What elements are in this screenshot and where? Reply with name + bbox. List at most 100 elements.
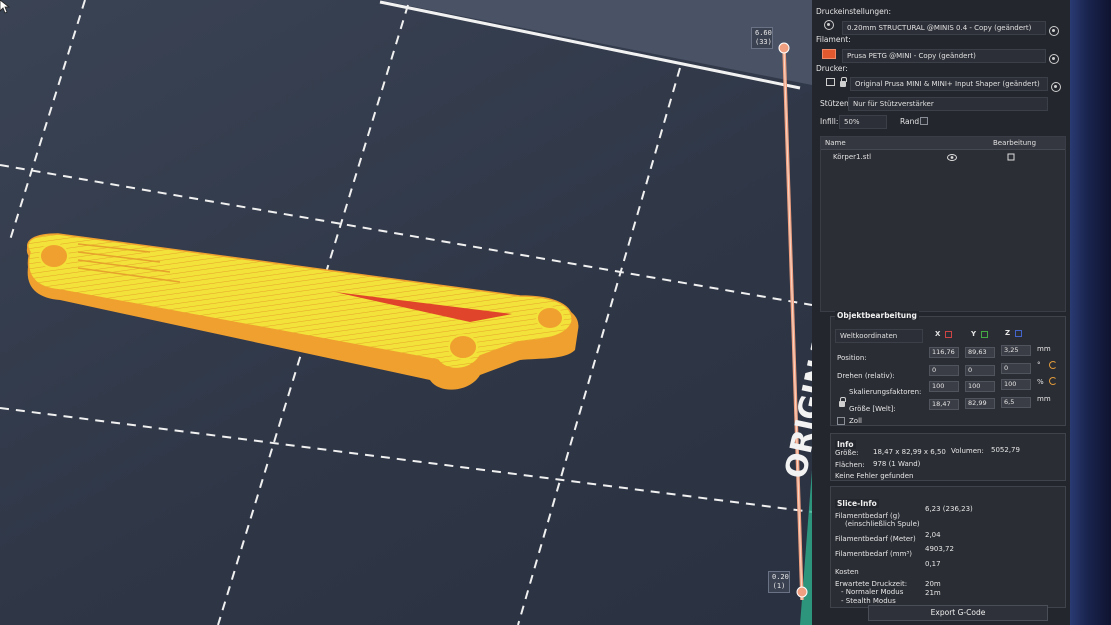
info-title: Info	[835, 440, 856, 449]
supports-label: Stützen:	[820, 99, 852, 108]
stealth-mode-label: - Stealth Modus	[841, 597, 896, 605]
filament-m-label: Filamentbedarf (Meter)	[835, 535, 916, 543]
model-hole	[448, 334, 478, 360]
filament-label: Filament:	[816, 35, 851, 44]
filament-g-label: Filamentbedarf (g)	[835, 512, 900, 520]
infill-label: Infill:	[820, 117, 839, 126]
scale-x-input[interactable]: 100	[929, 381, 959, 392]
model-hole	[536, 306, 564, 330]
model-hole	[39, 243, 69, 269]
scale-unit: %	[1037, 378, 1044, 386]
layer-bottom-height: 0.20	[772, 573, 789, 581]
coordinate-system-combo[interactable]: Weltkoordinaten	[835, 329, 923, 343]
column-name[interactable]: Name	[825, 139, 846, 147]
object-edit-title: Objektbearbeitung	[835, 311, 919, 320]
column-edit[interactable]: Bearbeitung	[993, 139, 1036, 147]
layer-bottom-badge: 0.20 (1)	[768, 571, 790, 593]
info-facets-label: Flächen:	[835, 461, 865, 469]
brim-label: Rand:	[900, 117, 922, 126]
info-errors: Keine Fehler gefunden	[835, 472, 914, 480]
filament-combo[interactable]: Prusa PETG @MINI - Copy (geändert)	[842, 49, 1046, 63]
scale-lock-icon[interactable]	[839, 397, 846, 407]
printer-icon	[826, 78, 835, 86]
print-settings-combo[interactable]: 0.20mm STRUCTURAL @MINIS 0.4 - Copy (geä…	[842, 21, 1046, 35]
object-name: Körper1.stl	[833, 153, 872, 161]
printer-combo[interactable]: Original Prusa MINI & MINI+ Input Shaper…	[850, 77, 1048, 91]
object-list[interactable]: Name Bearbeitung Körper1.stl	[820, 136, 1066, 312]
object-edit-panel: Objektbearbeitung Weltkoordinaten X Y Z …	[830, 311, 1066, 426]
cost-label: Kosten	[835, 568, 859, 576]
info-facets-value: 978 (1 Wand)	[873, 460, 921, 468]
filament-m-value: 2,04	[925, 531, 941, 539]
inch-label: Zoll	[849, 417, 862, 425]
edit-object-icon[interactable]	[1007, 153, 1015, 161]
supports-combo[interactable]: Nur für Stützverstärker	[848, 97, 1048, 111]
axis-x-indicator	[945, 331, 952, 338]
reset-rotation-icon[interactable]	[1049, 361, 1057, 369]
visibility-eye-icon[interactable]	[947, 154, 957, 161]
position-unit: mm	[1037, 345, 1051, 353]
slice-info-panel: Slice-Info Filamentbedarf (g) (einschlie…	[830, 486, 1066, 608]
layer-slider-bottom-handle	[796, 586, 808, 598]
print-settings-profile-icon	[824, 20, 834, 30]
rotate-y-input[interactable]: 0	[965, 365, 995, 376]
info-volume-label: Volumen:	[951, 447, 984, 455]
axis-y-indicator	[981, 331, 988, 338]
size-unit: mm	[1037, 395, 1051, 403]
slice-info-title: Slice-Info	[835, 499, 879, 508]
size-label: Größe [Welt]:	[849, 405, 896, 413]
monitor-bezel	[1070, 0, 1111, 625]
filament-gear-icon[interactable]	[1049, 54, 1059, 64]
filament-g-value: 6,23 (236,23)	[925, 505, 973, 513]
position-z-input[interactable]: 3,25	[1001, 345, 1031, 356]
axis-z-indicator	[1015, 330, 1022, 337]
filament-color-swatch[interactable]	[822, 49, 836, 59]
filament-mm3-label: Filamentbedarf (mm³)	[835, 550, 912, 558]
rotate-z-input[interactable]: 0	[1001, 363, 1031, 374]
print-settings-gear-icon[interactable]	[1049, 26, 1059, 36]
reset-scale-icon[interactable]	[1049, 377, 1057, 385]
filament-mm3-value: 4903,72	[925, 545, 954, 553]
rotate-x-input[interactable]: 0	[929, 365, 959, 376]
info-size-value: 18,47 x 82,99 x 6,50	[873, 448, 946, 456]
position-label: Position:	[837, 354, 867, 362]
info-volume-value: 5052,79	[991, 446, 1020, 454]
info-panel: Info Größe: 18,47 x 82,99 x 6,50 Volumen…	[830, 433, 1066, 481]
inch-checkbox[interactable]	[837, 417, 845, 425]
axis-x-label: X	[935, 330, 941, 338]
export-gcode-button[interactable]: Export G-Code	[868, 605, 1048, 621]
layer-bottom-index: (1)	[772, 582, 786, 590]
info-size-label: Größe:	[835, 449, 859, 457]
size-z-input[interactable]: 6,5	[1001, 397, 1031, 408]
brim-checkbox[interactable]	[920, 117, 928, 125]
layer-slider-top-handle	[778, 42, 790, 54]
object-list-header: Name Bearbeitung	[821, 137, 1065, 150]
list-item[interactable]: Körper1.stl	[821, 152, 1065, 163]
cost-value: 0,17	[925, 560, 941, 568]
rotate-label: Drehen (relativ):	[837, 372, 895, 380]
size-x-input[interactable]: 18,47	[929, 399, 959, 410]
filament-g-sub: (einschließlich Spule)	[845, 520, 920, 528]
layer-top-height: 6.60	[755, 29, 772, 37]
rotate-unit: °	[1037, 361, 1041, 369]
stealth-mode-value: 21m	[925, 589, 941, 597]
printer-label: Drucker:	[816, 64, 848, 73]
normal-mode-label: - Normaler Modus	[841, 588, 904, 596]
position-y-input[interactable]: 89,63	[965, 347, 995, 358]
layer-top-badge: 6.60 (33)	[751, 27, 773, 49]
axis-y-label: Y	[971, 330, 977, 338]
printer-lock-icon	[840, 77, 847, 87]
scale-y-input[interactable]: 100	[965, 381, 995, 392]
scale-label: Skalierungsfaktoren:	[849, 388, 922, 396]
position-x-input[interactable]: 116,76	[929, 347, 959, 358]
layer-top-index: (33)	[755, 38, 772, 46]
axis-z-label: Z	[1005, 329, 1011, 337]
mouse-cursor-icon	[0, 0, 10, 14]
print-settings-label: Druckeinstellungen:	[816, 7, 892, 16]
printer-gear-icon[interactable]	[1051, 82, 1061, 92]
scale-z-input[interactable]: 100	[1001, 379, 1031, 390]
normal-mode-value: 20m	[925, 580, 941, 588]
size-y-input[interactable]: 82,99	[965, 398, 995, 409]
right-panel: Druckeinstellungen: 0.20mm STRUCTURAL @M…	[812, 0, 1070, 625]
infill-combo[interactable]: 50%	[839, 115, 887, 129]
